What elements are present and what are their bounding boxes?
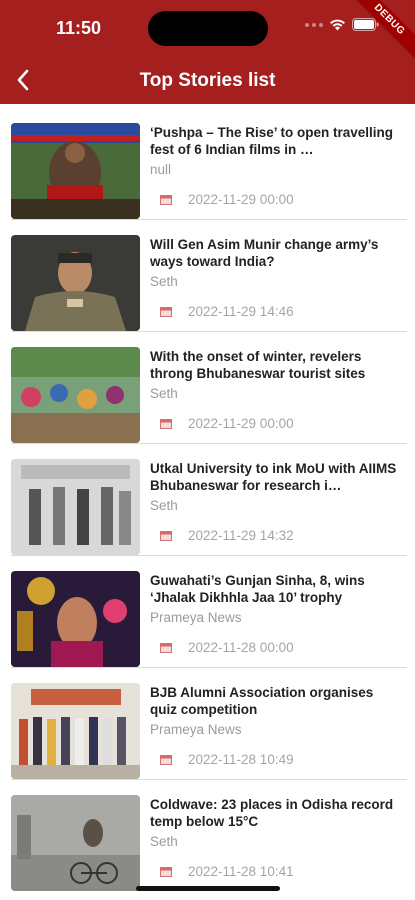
calendar-icon bbox=[160, 306, 172, 317]
story-source: Prameya News bbox=[150, 610, 242, 625]
story-date: 2022-11-29 14:32 bbox=[188, 528, 294, 543]
status-icons bbox=[305, 18, 379, 31]
story-date: 2022-11-28 10:49 bbox=[188, 752, 294, 767]
story-title: With the onset of winter, revelers thron… bbox=[150, 349, 366, 381]
story-thumbnail bbox=[11, 235, 140, 331]
story-title: Coldwave: 23 places in Odisha record tem… bbox=[150, 797, 394, 829]
calendar-icon bbox=[160, 866, 172, 877]
story-thumbnail bbox=[11, 459, 140, 555]
calendar-icon bbox=[160, 194, 172, 205]
story-meta: 2022-11-29 14:46 bbox=[160, 304, 294, 319]
wifi-icon bbox=[329, 18, 346, 31]
story-item[interactable]: Will Gen Asim Munir change army’s ways t… bbox=[0, 216, 415, 332]
story-title: Will Gen Asim Munir change army’s ways t… bbox=[150, 237, 379, 269]
calendar-icon bbox=[160, 642, 172, 653]
story-item[interactable]: BJB Alumni Association organises quiz co… bbox=[0, 664, 415, 780]
story-meta: 2022-11-28 10:41 bbox=[160, 864, 294, 879]
stories-list: ‘Pushpa – The Rise’ to open travelling f… bbox=[0, 104, 415, 891]
story-source: Prameya News bbox=[150, 722, 242, 737]
story-date: 2022-11-29 00:00 bbox=[188, 416, 294, 431]
story-source: null bbox=[150, 162, 172, 177]
story-source: Seth bbox=[150, 498, 178, 513]
battery-icon bbox=[352, 18, 379, 31]
story-source: Seth bbox=[150, 834, 178, 849]
story-title: Utkal University to ink MoU with AIIMS B… bbox=[150, 461, 397, 493]
story-meta: 2022-11-28 00:00 bbox=[160, 640, 294, 655]
story-date: 2022-11-28 00:00 bbox=[188, 640, 294, 655]
story-thumbnail bbox=[11, 571, 140, 667]
calendar-icon bbox=[160, 754, 172, 765]
story-source: Seth bbox=[150, 386, 178, 401]
story-item[interactable]: Coldwave: 23 places in Odisha record tem… bbox=[0, 776, 415, 891]
story-item[interactable]: With the onset of winter, revelers thron… bbox=[0, 328, 415, 444]
story-item[interactable]: ‘Pushpa – The Rise’ to open travelling f… bbox=[0, 104, 415, 220]
dynamic-island bbox=[148, 11, 268, 46]
signal-icon bbox=[305, 22, 323, 27]
story-thumbnail bbox=[11, 795, 140, 891]
story-meta: 2022-11-29 00:00 bbox=[160, 416, 294, 431]
story-item[interactable]: Utkal University to ink MoU with AIIMS B… bbox=[0, 440, 415, 556]
story-date: 2022-11-28 10:41 bbox=[188, 864, 294, 879]
story-item[interactable]: Guwahati’s Gunjan Sinha, 8, wins ‘Jhalak… bbox=[0, 552, 415, 668]
story-meta: 2022-11-28 10:49 bbox=[160, 752, 294, 767]
story-title: BJB Alumni Association organises quiz co… bbox=[150, 685, 374, 717]
calendar-icon bbox=[160, 530, 172, 541]
story-thumbnail bbox=[11, 347, 140, 443]
page-title: Top Stories list bbox=[139, 70, 276, 91]
app-header: 11:50 DEBUG Top Stories list bbox=[0, 0, 415, 104]
home-indicator[interactable] bbox=[136, 886, 280, 891]
story-meta: 2022-11-29 00:00 bbox=[160, 192, 294, 207]
story-source: Seth bbox=[150, 274, 178, 289]
story-title: Guwahati’s Gunjan Sinha, 8, wins ‘Jhalak… bbox=[150, 573, 365, 605]
story-title: ‘Pushpa – The Rise’ to open travelling f… bbox=[150, 125, 394, 157]
story-date: 2022-11-29 14:46 bbox=[188, 304, 294, 319]
story-thumbnail bbox=[11, 683, 140, 779]
story-thumbnail bbox=[11, 123, 140, 219]
story-meta: 2022-11-29 14:32 bbox=[160, 528, 294, 543]
story-date: 2022-11-29 00:00 bbox=[188, 192, 294, 207]
status-time: 11:50 bbox=[56, 18, 102, 38]
calendar-icon bbox=[160, 418, 172, 429]
